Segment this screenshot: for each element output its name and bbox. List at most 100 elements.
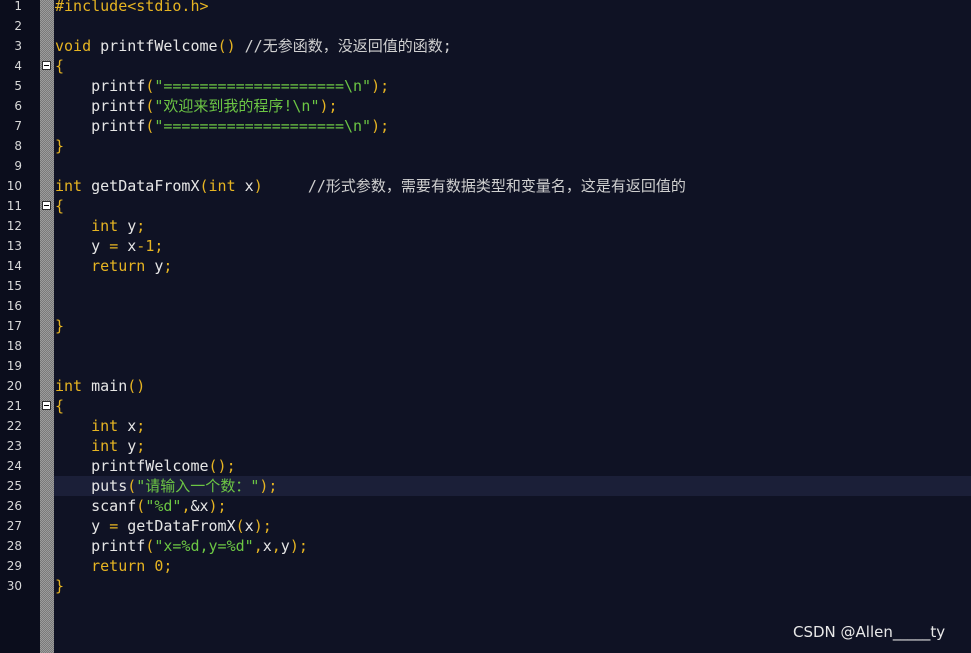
code-text[interactable]: return 0; — [55, 556, 172, 576]
code-text[interactable]: } — [55, 136, 64, 156]
fold-collapse-icon[interactable] — [42, 201, 51, 210]
code-token: ; — [154, 237, 164, 255]
code-line[interactable]: 15 — [0, 276, 971, 296]
code-line[interactable]: 30} — [0, 576, 971, 596]
code-text[interactable]: void printfWelcome() //无参函数，没返回值的函数; — [55, 36, 452, 56]
fold-collapse-icon[interactable] — [42, 401, 51, 410]
watermark: CSDN @Allen_____ty — [793, 623, 946, 641]
code-text[interactable]: int y; — [55, 436, 145, 456]
line-number: 27 — [6, 519, 22, 533]
code-line[interactable]: 20 int main() — [0, 376, 971, 396]
code-token: (); — [208, 457, 236, 475]
line-number: 15 — [6, 279, 22, 293]
code-token: = — [109, 237, 119, 255]
code-line[interactable]: 6 printf("欢迎来到我的程序!\n"); — [0, 96, 971, 116]
line-number: 8 — [14, 139, 22, 153]
code-text[interactable]: int main() — [55, 376, 145, 396]
code-token: ; — [136, 437, 146, 455]
code-text[interactable]: printf("欢迎来到我的程序!\n"); — [55, 96, 337, 116]
code-token: ); — [208, 497, 227, 515]
code-line[interactable]: 16 — [0, 296, 971, 316]
code-line[interactable]: 23 int y; — [0, 436, 971, 456]
code-line[interactable]: 22 int x; — [0, 416, 971, 436]
code-token: y — [118, 217, 137, 235]
fold-collapse-icon[interactable] — [42, 61, 51, 70]
code-token: y — [145, 257, 164, 275]
code-token: { — [55, 397, 65, 415]
code-token: "%d" — [145, 497, 182, 515]
line-number: 4 — [14, 59, 22, 73]
code-text[interactable]: return y; — [55, 256, 172, 276]
code-line[interactable]: 14 return y; — [0, 256, 971, 276]
code-line[interactable]: 19 — [0, 356, 971, 376]
code-line[interactable]: 26 scanf("%d",&x); — [0, 496, 971, 516]
line-number: 14 — [6, 259, 22, 273]
code-token: getDataFromX — [82, 177, 200, 195]
code-line[interactable]: 28 printf("x=%d,y=%d",x,y); — [0, 536, 971, 556]
code-text[interactable]: } — [55, 316, 64, 336]
code-text[interactable]: } — [55, 576, 64, 596]
code-token: printf — [55, 537, 146, 555]
code-token: ); — [289, 537, 308, 555]
code-token: scanf — [55, 497, 137, 515]
code-text[interactable]: scanf("%d",&x); — [55, 496, 227, 516]
code-lines[interactable]: 1 #include<stdio.h> 2 3 void printfWelcome()… — [0, 0, 971, 596]
code-line[interactable]: 1 #include<stdio.h> — [0, 0, 971, 16]
code-line[interactable]: 18 — [0, 336, 971, 356]
line-number: 23 — [6, 439, 22, 453]
code-line[interactable]: 17} — [0, 316, 971, 336]
code-line[interactable]: 25 puts("请输入一个数："); — [0, 476, 971, 496]
code-token: ; — [163, 257, 173, 275]
code-token: () — [127, 377, 146, 395]
code-line[interactable]: 29 return 0; — [0, 556, 971, 576]
line-number: 1 — [14, 0, 22, 13]
code-text[interactable]: printf("x=%d,y=%d",x,y); — [55, 536, 308, 556]
code-text[interactable]: #include<stdio.h> — [55, 0, 209, 16]
code-line[interactable]: 8} — [0, 136, 971, 156]
code-line[interactable]: 11 { — [0, 196, 971, 216]
line-number: 2 — [14, 19, 22, 33]
code-token: x — [262, 537, 272, 555]
code-line[interactable]: 7 printf("====================\n"); — [0, 116, 971, 136]
code-token: //形式参数，需要有数据类型和变量名，这是有返回值的 — [262, 177, 686, 195]
code-token: "====================\n" — [154, 77, 372, 95]
code-text[interactable]: y = getDataFromX(x); — [55, 516, 272, 536]
code-line[interactable]: 2 — [0, 16, 971, 36]
code-token: 0 — [145, 557, 164, 575]
line-number: 18 — [6, 339, 22, 353]
code-token: ( — [145, 117, 155, 135]
code-editor[interactable]: 1 #include<stdio.h> 2 3 void printfWelcome()… — [0, 0, 971, 653]
code-text[interactable]: int y; — [55, 216, 145, 236]
code-token: x — [118, 237, 137, 255]
code-token: ( — [199, 177, 209, 195]
code-line[interactable]: 24 printfWelcome(); — [0, 456, 971, 476]
code-text[interactable]: { — [55, 396, 64, 416]
code-text[interactable]: { — [55, 196, 64, 216]
code-token: () — [217, 37, 236, 55]
line-number: 3 — [14, 39, 22, 53]
code-text[interactable]: { — [55, 56, 64, 76]
line-number: 7 — [14, 119, 22, 133]
code-text[interactable]: puts("请输入一个数："); — [55, 476, 277, 496]
code-text[interactable]: printf("====================\n"); — [55, 76, 389, 96]
code-line[interactable]: 13 y = x-1; — [0, 236, 971, 256]
code-line[interactable]: 27 y = getDataFromX(x); — [0, 516, 971, 536]
code-token: ); — [371, 117, 390, 135]
code-text[interactable]: int getDataFromX(int x) //形式参数，需要有数据类型和变… — [55, 176, 686, 196]
code-line[interactable]: 10 int getDataFromX(int x) //形式参数，需要有数据类型… — [0, 176, 971, 196]
code-line[interactable]: 21 { — [0, 396, 971, 416]
code-token: { — [55, 197, 65, 215]
code-token: #include<stdio.h> — [55, 0, 209, 15]
code-line[interactable]: 4{ — [0, 56, 971, 76]
code-token: y — [280, 537, 290, 555]
code-text[interactable]: printfWelcome(); — [55, 456, 236, 476]
code-text[interactable]: int x; — [55, 416, 145, 436]
code-token: int — [55, 417, 119, 435]
line-number: 12 — [6, 219, 22, 233]
code-line[interactable]: 5 printf("====================\n"); — [0, 76, 971, 96]
code-text[interactable]: y = x-1; — [55, 236, 163, 256]
code-line[interactable]: 3 void printfWelcome() //无参函数，没返回值的函数; — [0, 36, 971, 56]
code-line[interactable]: 12 int y; — [0, 216, 971, 236]
code-line[interactable]: 9 — [0, 156, 971, 176]
code-text[interactable]: printf("====================\n"); — [55, 116, 389, 136]
